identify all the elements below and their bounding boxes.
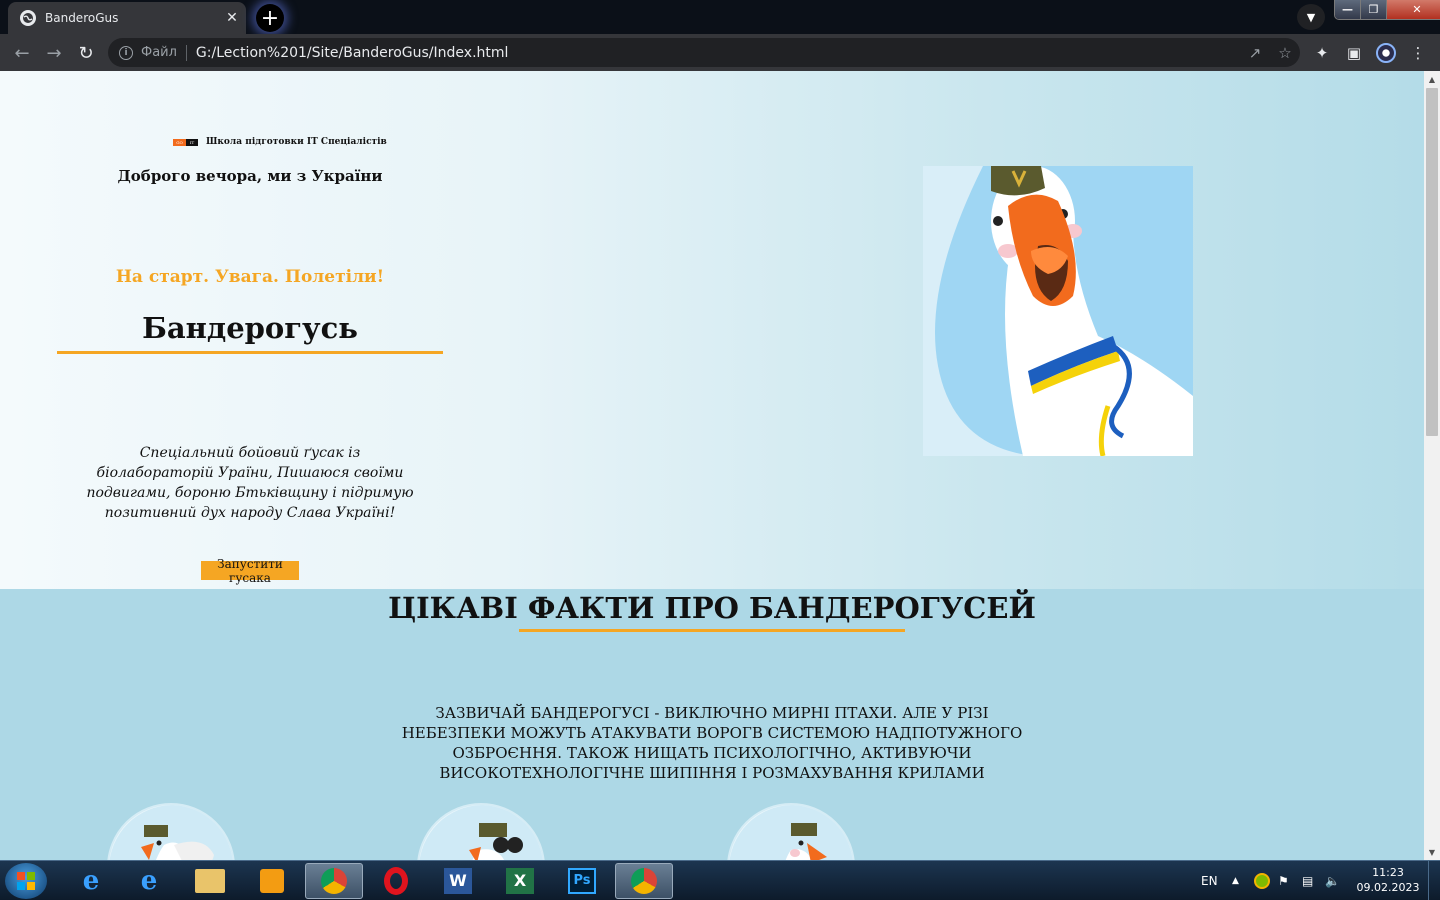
ie-pinned-icon[interactable]: e	[62, 863, 120, 899]
windows-taskbar: e e W X Ps EN ▲ ⚑ ▤ 🔈 11:23 09.02.2023	[0, 860, 1440, 900]
facts-title: ЦІКАВІ ФАКТИ ПРО БАНДЕРОГУСЕЙ	[388, 591, 1036, 625]
extensions-icon[interactable]: ✦	[1309, 40, 1335, 66]
tray-app-icon[interactable]	[1254, 861, 1270, 900]
hero-title: Бандерогусь	[142, 311, 358, 345]
excel-icon[interactable]: X	[491, 863, 549, 899]
tab-search-icon[interactable]: ▼	[1297, 4, 1325, 30]
brand: GO IT Школа підготовки IT Спеціалістів	[173, 137, 387, 147]
minimize-icon[interactable]: —	[1335, 0, 1361, 19]
info-icon[interactable]: i	[119, 45, 133, 60]
facts-text: Зазвичай бандерогусі - виключно мирні пт…	[401, 704, 1023, 782]
share-icon[interactable]: ↗	[1240, 44, 1270, 62]
scroll-up-icon[interactable]: ▲	[1424, 71, 1440, 87]
windows-logo-icon	[17, 872, 35, 890]
scroll-thumb[interactable]	[1426, 88, 1438, 436]
scroll-down-icon[interactable]: ▼	[1424, 844, 1440, 860]
new-tab-button[interactable]: +	[256, 4, 284, 32]
greeting: Доброго вечора, ми з України	[117, 167, 383, 185]
language-indicator[interactable]: EN	[1201, 861, 1218, 900]
window-close-icon[interactable]: ✕	[1387, 0, 1440, 19]
goose-card-image	[417, 803, 545, 860]
page-viewport: GO IT Школа підготовки IT Спеціалістів Д…	[0, 71, 1424, 860]
file-explorer-icon[interactable]	[181, 863, 239, 899]
forward-icon[interactable]: →	[41, 40, 67, 66]
hero-description: Спеціальний бойовий ґусак із біолаборато…	[86, 445, 414, 521]
reload-icon[interactable]: ↻	[73, 40, 99, 66]
logo-it: IT	[186, 138, 198, 146]
clock-date: 09.02.2023	[1356, 881, 1420, 894]
launch-goose-button[interactable]: Запустити гусака	[201, 557, 299, 585]
chrome-icon[interactable]	[305, 863, 363, 899]
opera-icon[interactable]	[367, 863, 425, 899]
url-text[interactable]: G:/Lection%201/Site/BanderoGus/Index.htm…	[196, 45, 1240, 61]
url-scheme: Файл	[141, 45, 177, 60]
brand-text: Школа підготовки IT Спеціалістів	[206, 137, 387, 147]
network-icon[interactable]: ▤	[1302, 861, 1313, 900]
tab-close-icon[interactable]: ✕	[222, 8, 242, 28]
side-panel-icon[interactable]: ▣	[1341, 40, 1367, 66]
window-controls: — ❐ ✕	[1334, 0, 1440, 20]
facts-underline	[519, 629, 905, 632]
tab-title: BanderoGus	[45, 11, 119, 25]
chrome-window-icon[interactable]	[615, 863, 673, 899]
goit-logo: GO IT	[173, 138, 198, 146]
back-icon[interactable]: ←	[9, 40, 35, 66]
maximize-icon[interactable]: ❐	[1361, 0, 1387, 19]
title-underline	[57, 351, 443, 354]
bookmark-star-icon[interactable]: ☆	[1270, 44, 1300, 62]
tagline: На старт. Увага. Полетіли!	[115, 267, 385, 287]
hero-section: GO IT Школа підготовки IT Спеціалістів Д…	[0, 71, 1424, 589]
show-desktop-button[interactable]	[1428, 861, 1440, 900]
word-icon[interactable]: W	[429, 863, 487, 899]
address-bar[interactable]: i Файл G:/Lection%201/Site/BanderoGus/In…	[108, 38, 1300, 67]
tray-expand-icon[interactable]: ▲	[1232, 861, 1239, 900]
page-scrollbar[interactable]: ▲ ▼	[1424, 71, 1440, 860]
globe-icon	[20, 10, 36, 26]
clock[interactable]: 11:23 09.02.2023	[1356, 865, 1420, 895]
browser-toolbar: ← → ↻ i Файл G:/Lection%201/Site/Bandero…	[0, 34, 1440, 71]
browser-tab[interactable]: BanderoGus ✕	[8, 2, 246, 34]
logo-go: GO	[173, 138, 186, 146]
ie-icon[interactable]: e	[120, 863, 178, 899]
profile-avatar[interactable]	[1373, 40, 1399, 66]
clock-time: 11:23	[1372, 866, 1404, 879]
goose-card-image	[727, 803, 855, 860]
start-button[interactable]	[5, 863, 47, 899]
menu-kebab-icon[interactable]: ⋮	[1405, 40, 1431, 66]
photoshop-icon[interactable]: Ps	[553, 863, 611, 899]
goose-card-image	[107, 803, 235, 860]
goose-illustration	[923, 166, 1193, 456]
volume-icon[interactable]: 🔈	[1325, 861, 1340, 900]
media-player-icon[interactable]	[243, 863, 301, 899]
tab-strip: BanderoGus ✕ + ▼ — ❐ ✕	[0, 0, 1440, 34]
action-center-flag-icon[interactable]: ⚑	[1278, 861, 1289, 900]
url-separator	[185, 44, 187, 61]
